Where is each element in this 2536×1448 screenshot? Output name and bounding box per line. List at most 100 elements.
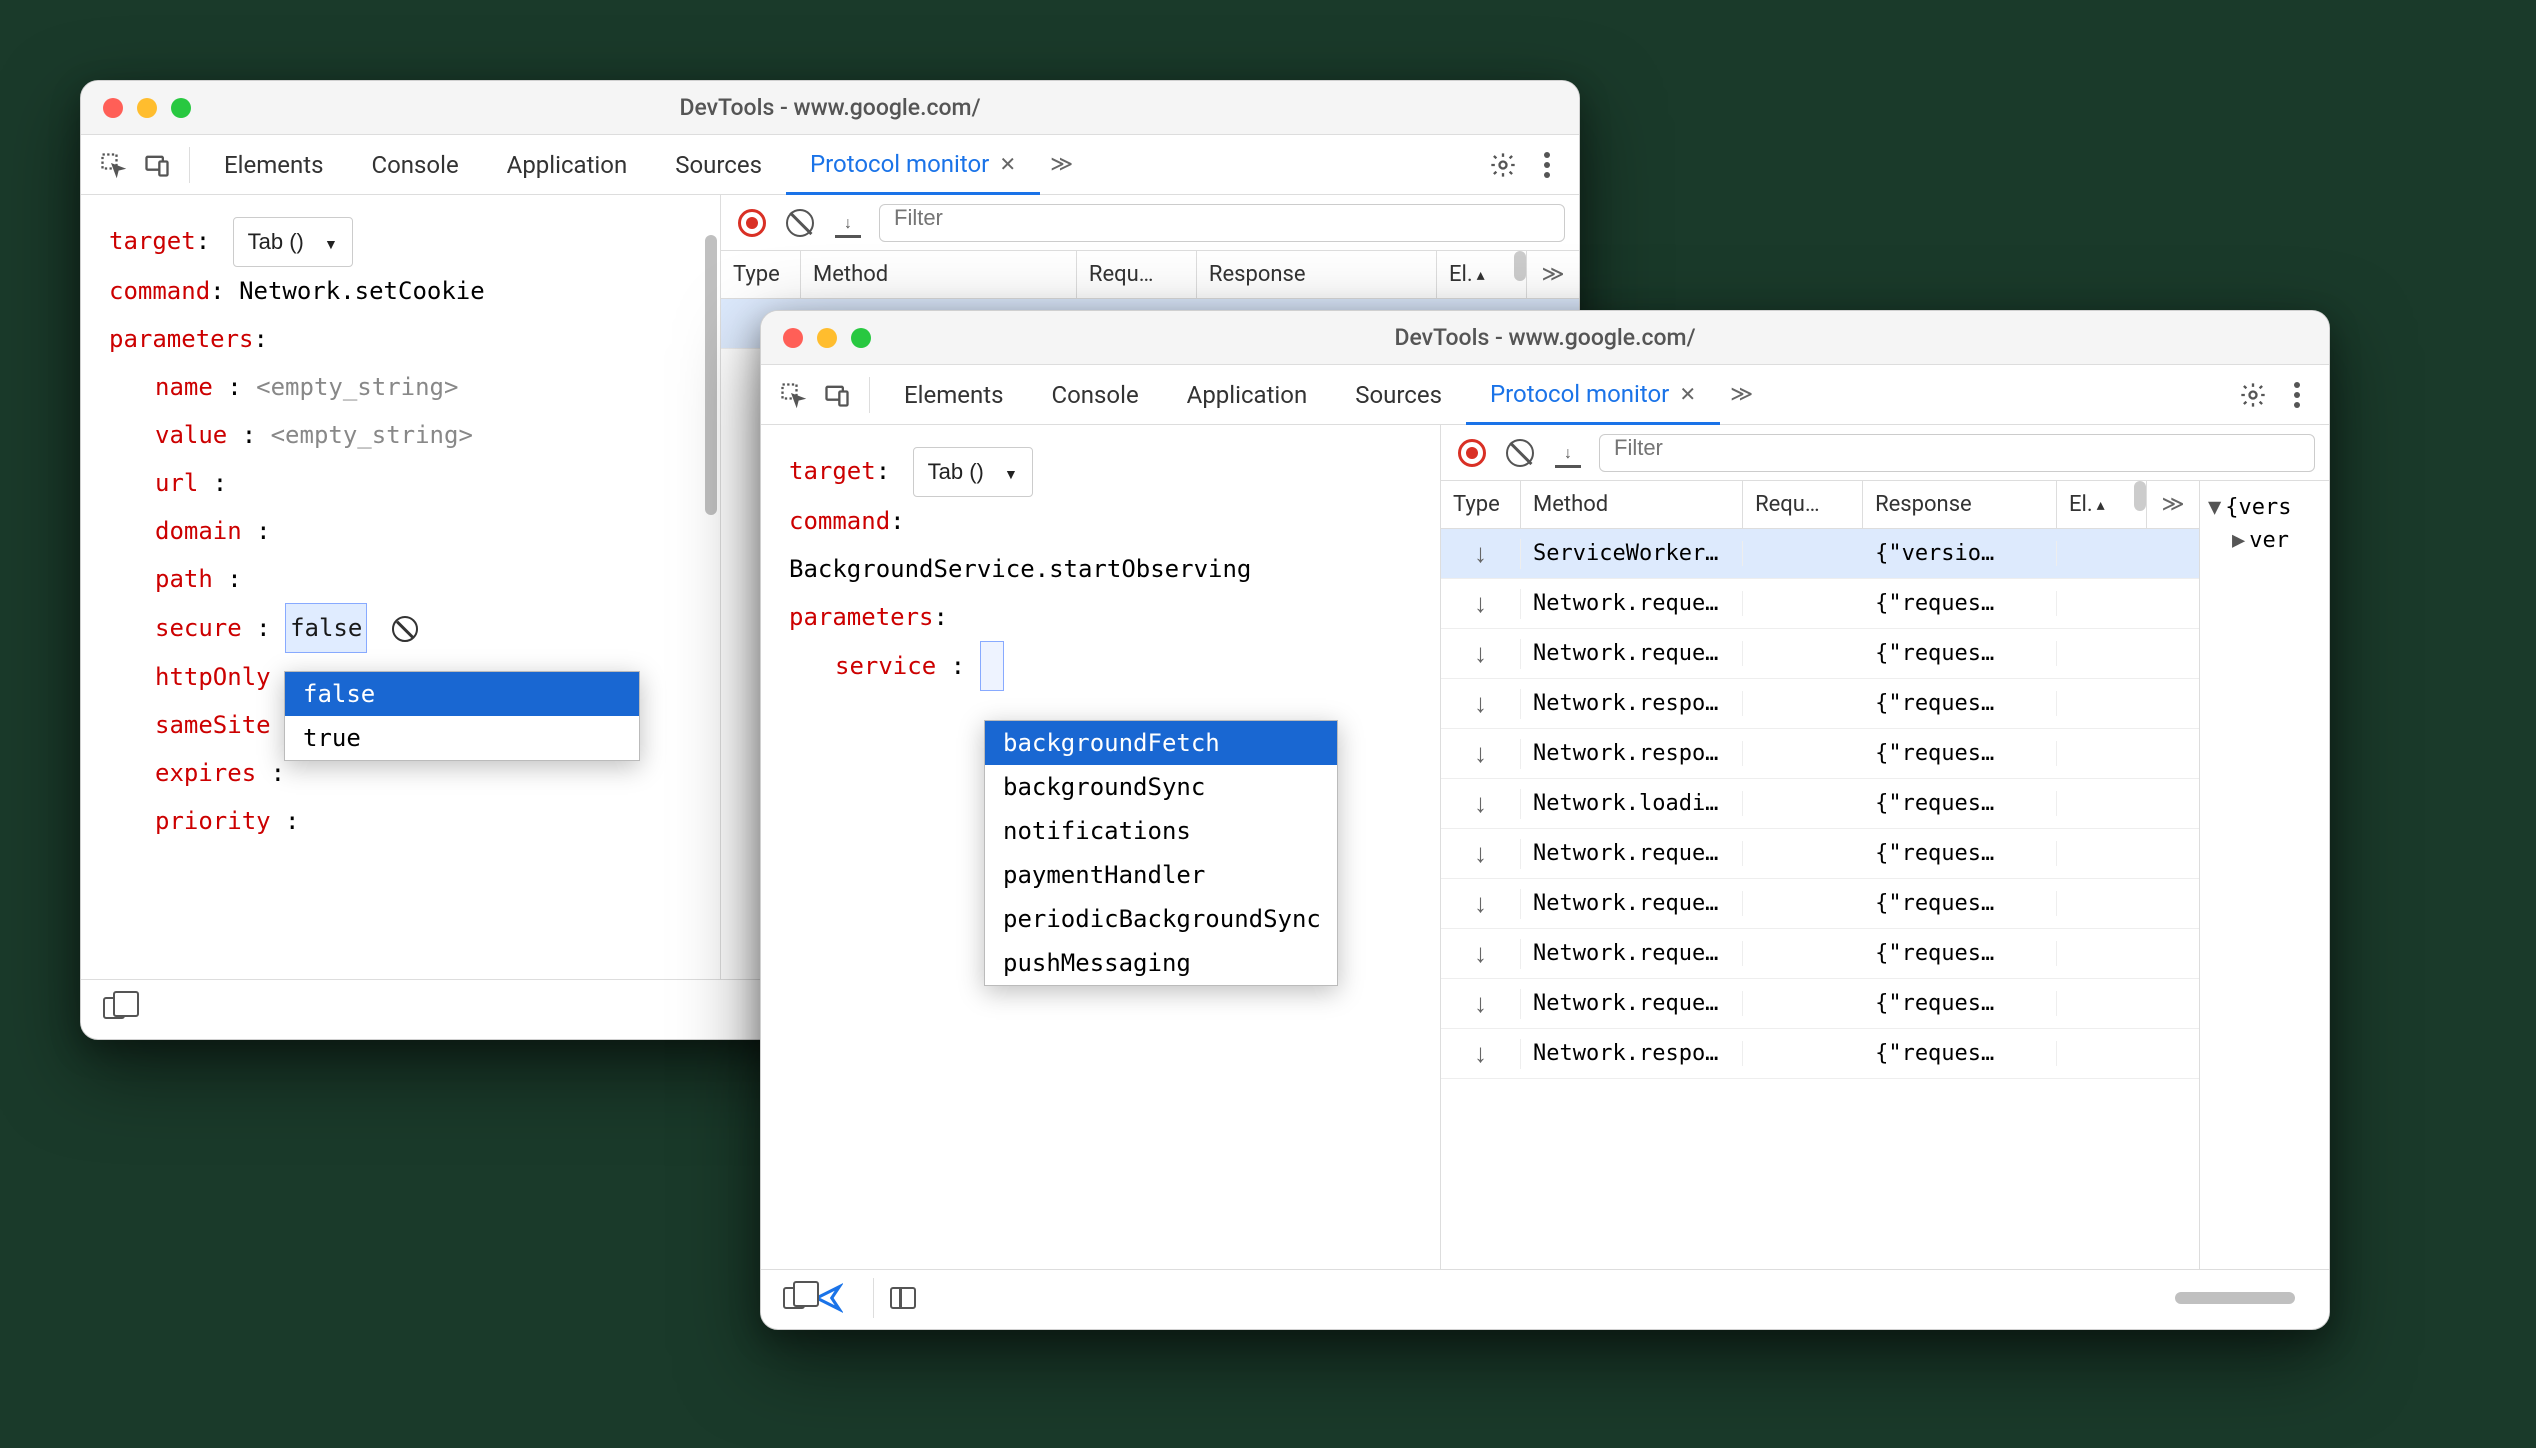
col-response[interactable]: Response [1863, 481, 2057, 528]
table-row[interactable]: ↓Network.reque…{"reques… [1441, 929, 2199, 979]
clear-icon[interactable] [1503, 436, 1537, 470]
tab-protocol-monitor[interactable]: Protocol monitor ✕ [1466, 365, 1720, 425]
download-icon[interactable]: ↓ [831, 206, 865, 240]
filter-text-input[interactable] [894, 205, 1550, 231]
clear-icon[interactable] [783, 206, 817, 240]
table-row[interactable]: ↓Network.reque…{"reques… [1441, 829, 2199, 879]
inspect-icon[interactable] [771, 373, 815, 417]
service-dropdown[interactable]: backgroundFetch backgroundSync notificat… [984, 720, 1338, 986]
table-row[interactable]: ↓Network.respo…{"reques… [1441, 1029, 2199, 1079]
close-window-button[interactable] [103, 98, 123, 118]
record-icon[interactable] [1455, 436, 1489, 470]
copy-icon[interactable] [775, 1279, 813, 1317]
header-scroll-thumb[interactable] [1514, 251, 1526, 281]
device-icon[interactable] [815, 373, 859, 417]
dropdown-option[interactable]: periodicBackgroundSync [985, 897, 1337, 941]
close-tab-icon[interactable]: ✕ [1679, 382, 1696, 406]
tab-console[interactable]: Console [1027, 365, 1162, 425]
col-method[interactable]: Method [801, 251, 1077, 298]
close-tab-icon[interactable]: ✕ [999, 152, 1016, 176]
param-priority-key[interactable]: priority [155, 807, 271, 835]
close-window-button[interactable] [783, 328, 803, 348]
target-select[interactable]: Tab () ▼ [913, 447, 1033, 497]
expand-down-icon[interactable]: ▼ [2208, 495, 2221, 520]
col-request[interactable]: Requ… [1077, 251, 1197, 298]
more-tabs-icon[interactable]: ≫ [1040, 152, 1083, 177]
copy-icon[interactable] [95, 989, 133, 1027]
param-name-val[interactable]: <empty_string> [256, 373, 458, 401]
table-row[interactable]: ↓Network.reque…{"reques… [1441, 979, 2199, 1029]
tab-sources[interactable]: Sources [1331, 365, 1466, 425]
table-row[interactable]: ↓ServiceWorker…{"versio… [1441, 529, 2199, 579]
dropdown-option[interactable]: paymentHandler [985, 853, 1337, 897]
filter-input[interactable] [1599, 434, 2315, 472]
param-domain-key[interactable]: domain [155, 517, 242, 545]
param-path-key[interactable]: path [155, 565, 213, 593]
col-elapsed[interactable]: El.▴ [2057, 481, 2147, 528]
tab-console[interactable]: Console [347, 135, 482, 195]
param-expires-key[interactable]: expires [155, 759, 256, 787]
horizontal-scrollbar[interactable] [2175, 1292, 2295, 1304]
maximize-window-button[interactable] [851, 328, 871, 348]
col-type[interactable]: Type [721, 251, 801, 298]
dropdown-option-true[interactable]: true [285, 716, 639, 760]
settings-icon[interactable] [1481, 143, 1525, 187]
clear-value-icon[interactable] [392, 616, 418, 642]
target-select[interactable]: Tab () ▼ [233, 217, 353, 267]
table-row[interactable]: ↓Network.loadi…{"reques… [1441, 779, 2199, 829]
param-secure-key[interactable]: secure [155, 614, 242, 642]
param-value-val[interactable]: <empty_string> [271, 421, 473, 449]
settings-icon[interactable] [2231, 373, 2275, 417]
inspect-icon[interactable] [91, 143, 135, 187]
tab-protocol-monitor[interactable]: Protocol monitor ✕ [786, 135, 1040, 195]
table-row[interactable]: ↓Network.reque…{"reques… [1441, 879, 2199, 929]
col-request[interactable]: Requ… [1743, 481, 1863, 528]
col-response[interactable]: Response [1197, 251, 1437, 298]
device-icon[interactable] [135, 143, 179, 187]
dropdown-option-false[interactable]: false [285, 672, 639, 716]
panel-left-icon[interactable] [884, 1279, 922, 1317]
table-row[interactable]: ↓Network.respo…{"reques… [1441, 679, 2199, 729]
table-row[interactable]: ↓Network.reque…{"reques… [1441, 579, 2199, 629]
param-service-key[interactable]: service [835, 652, 936, 680]
filter-text-input[interactable] [1614, 435, 2300, 461]
command-value[interactable]: Network.setCookie [239, 277, 485, 305]
tab-elements[interactable]: Elements [880, 365, 1027, 425]
col-elapsed[interactable]: El.▴ [1437, 251, 1527, 298]
kebab-menu-icon[interactable] [1525, 143, 1569, 187]
table-row[interactable]: ↓Network.respo…{"reques… [1441, 729, 2199, 779]
header-scroll-thumb[interactable] [2134, 481, 2146, 511]
tab-sources[interactable]: Sources [651, 135, 786, 195]
dropdown-option[interactable]: backgroundSync [985, 765, 1337, 809]
secure-value-input[interactable]: false [285, 603, 367, 653]
table-row[interactable]: ↓Network.reque…{"reques… [1441, 629, 2199, 679]
download-icon[interactable]: ↓ [1551, 436, 1585, 470]
minimize-window-button[interactable] [137, 98, 157, 118]
command-value[interactable]: BackgroundService.startObserving [789, 545, 1412, 593]
inspector-child[interactable]: ▶ver [2208, 524, 2321, 557]
param-httponly-key[interactable]: httpOnly [155, 663, 271, 691]
col-type[interactable]: Type [1441, 481, 1521, 528]
maximize-window-button[interactable] [171, 98, 191, 118]
dropdown-option[interactable]: pushMessaging [985, 941, 1337, 985]
boolean-dropdown[interactable]: false true [284, 671, 640, 761]
tab-application[interactable]: Application [1163, 365, 1332, 425]
col-more[interactable]: ≫ [2147, 481, 2199, 528]
expand-right-icon[interactable]: ▶ [2232, 528, 2245, 553]
filter-input[interactable] [879, 204, 1565, 242]
scrollbar-thumb =[interactable] [705, 235, 717, 515]
service-value-input[interactable] [980, 641, 1004, 691]
minimize-window-button[interactable] [817, 328, 837, 348]
dropdown-option[interactable]: notifications [985, 809, 1337, 853]
param-url-key[interactable]: url [155, 469, 198, 497]
kebab-menu-icon[interactable] [2275, 373, 2319, 417]
param-value-key[interactable]: value [155, 421, 227, 449]
tab-elements[interactable]: Elements [200, 135, 347, 195]
param-name-key[interactable]: name [155, 373, 213, 401]
col-method[interactable]: Method [1521, 481, 1743, 528]
record-icon[interactable] [735, 206, 769, 240]
col-more[interactable]: ≫ [1527, 251, 1579, 298]
param-samesite-key[interactable]: sameSite [155, 711, 271, 739]
dropdown-option[interactable]: backgroundFetch [985, 721, 1337, 765]
tab-application[interactable]: Application [483, 135, 652, 195]
